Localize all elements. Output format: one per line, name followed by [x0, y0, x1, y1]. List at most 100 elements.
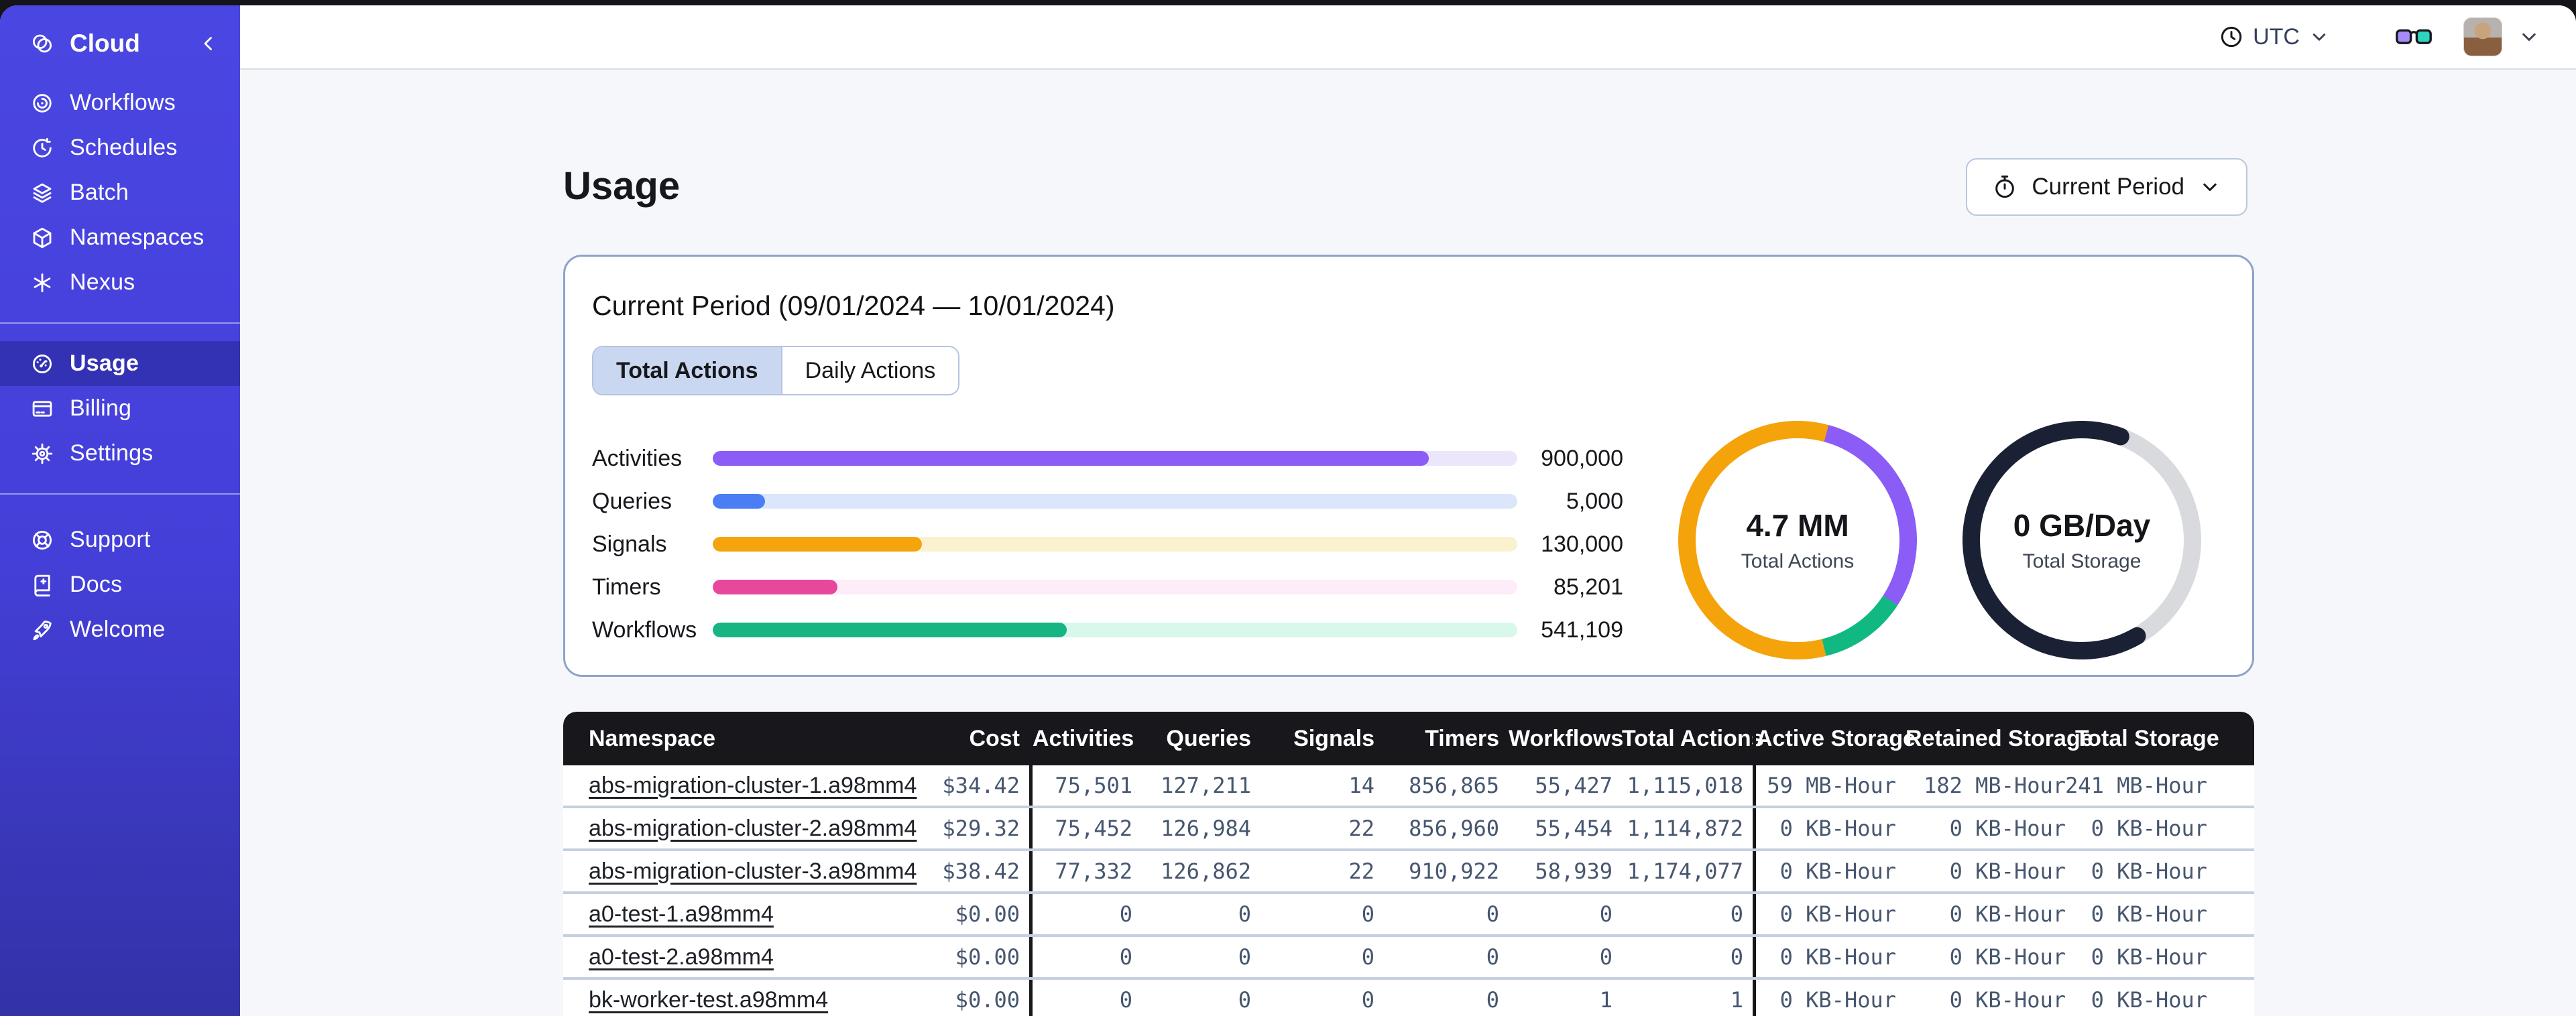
cell-namespace: abs-migration-cluster-3.a98mm4 [577, 851, 917, 891]
cell-workflows: 55,454 [1535, 816, 1613, 841]
sidebar-item-label: Settings [70, 440, 154, 466]
cell-active_storage: 0 KB-Hour [1753, 937, 1906, 977]
bar-track [713, 494, 1517, 509]
cell-total_storage: 241 MB-Hour [2065, 773, 2207, 798]
current-period-title: Current Period (09/01/2024 — 10/01/2024) [592, 290, 1115, 321]
namespace-link[interactable]: abs-migration-cluster-3.a98mm4 [589, 859, 917, 885]
sidebar-item-batch[interactable]: Batch [0, 170, 240, 215]
namespace-link[interactable]: a0-test-1.a98mm4 [589, 901, 774, 928]
tab-daily-actions[interactable]: Daily Actions [780, 347, 959, 394]
cell-cost: $0.00 [955, 987, 1020, 1013]
welcome-icon [30, 617, 55, 643]
cell-activities: 75,501 [1029, 765, 1142, 806]
sidebar-item-nexus[interactable]: Nexus [0, 260, 240, 305]
sidebar-item-welcome[interactable]: Welcome [0, 607, 240, 652]
sidebar-item-namespaces[interactable]: Namespaces [0, 215, 240, 260]
chevron-down-icon [2312, 34, 2326, 41]
bar-label: Workflows [592, 617, 697, 643]
cell-activities: 0 [1029, 937, 1142, 977]
namespace-usage-table: Namespace Cost Activities Queries Signals Tim… [563, 712, 2254, 1016]
namespace-link[interactable]: abs-migration-cluster-2.a98mm4 [589, 816, 917, 842]
cell-total_storage: 0 KB-Hour [2091, 987, 2207, 1013]
bar-track [713, 537, 1517, 552]
namespaces-icon [30, 225, 55, 251]
usage-icon [30, 351, 55, 377]
cell-timers: 856,865 [1409, 773, 1499, 798]
cell-signals: 0 [1361, 901, 1374, 927]
sidebar-item-label: Support [70, 527, 151, 552]
donut-label: Total Actions [1741, 550, 1855, 572]
timezone-selector[interactable]: UTC [2218, 23, 2331, 50]
cell-namespace: abs-migration-cluster-1.a98mm4 [577, 765, 917, 806]
column-header-total_storage: Total Storage [2075, 725, 2219, 751]
page-title: Usage [563, 164, 681, 208]
cell-queries: 126,984 [1161, 816, 1251, 841]
cell-total_actions: 1,114,872 [1627, 816, 1743, 841]
donut-value: 0 GB/Day [2013, 508, 2151, 543]
sidebar-item-billing[interactable]: Billing [0, 386, 240, 431]
bar-label: Signals [592, 531, 667, 557]
actions-tabs: Total Actions Daily Actions [592, 346, 960, 395]
usage-bar-queries: Queries 5,000 [592, 480, 1623, 523]
sidebar-nav-resources: Support Docs Welcome [0, 517, 240, 652]
timezone-label: UTC [2253, 23, 2300, 50]
support-icon [30, 527, 55, 553]
docs-icon [30, 572, 55, 598]
table-row: abs-migration-cluster-3.a98mm4 $38.42 77,3… [563, 851, 2254, 894]
sidebar-nav-account: Usage Billing Settings [0, 341, 240, 476]
sidebar-item-usage[interactable]: Usage [0, 341, 240, 386]
cell-signals: 0 [1361, 944, 1374, 970]
cell-workflows: 0 [1599, 944, 1613, 970]
namespace-link[interactable]: a0-test-2.a98mm4 [589, 944, 774, 970]
user-avatar[interactable] [2463, 17, 2502, 56]
settings-icon [30, 441, 55, 466]
column-header-signals: Signals [1293, 725, 1374, 751]
tab-total-actions[interactable]: Total Actions [593, 347, 781, 394]
table-row: abs-migration-cluster-1.a98mm4 $34.42 75,5… [563, 765, 2254, 808]
column-header-active_storage: Active Storage [1753, 725, 1916, 752]
namespace-link[interactable]: abs-migration-cluster-1.a98mm4 [589, 773, 917, 799]
sidebar-divider [0, 322, 240, 324]
account-menu-chevron-icon[interactable] [2517, 25, 2541, 49]
sidebar-item-schedules[interactable]: Schedules [0, 125, 240, 170]
cell-cost: $0.00 [955, 944, 1020, 970]
sidebar-item-workflows[interactable]: Workflows [0, 80, 240, 125]
period-selector-label: Current Period [2032, 174, 2184, 200]
cell-queries: 127,211 [1161, 773, 1251, 798]
usage-donuts: 4.7 MM Total Actions 0 GB/Day Total Storage [1678, 421, 2201, 659]
collapse-sidebar-icon[interactable] [197, 32, 220, 55]
brand-label: Cloud [70, 29, 140, 57]
cell-activities: 0 [1029, 980, 1142, 1016]
table-header-row: Namespace Cost Activities Queries Signals Tim… [563, 712, 2254, 765]
usage-bar-timers: Timers 85,201 [592, 566, 1623, 609]
sidebar-item-support[interactable]: Support [0, 517, 240, 562]
table-row: abs-migration-cluster-2.a98mm4 $29.32 75,4… [563, 808, 2254, 851]
current-period-card: Current Period (09/01/2024 — 10/01/2024)… [563, 255, 2254, 677]
cell-retained_storage: 0 KB-Hour [1949, 901, 2066, 927]
cell-namespace: bk-worker-test.a98mm4 [577, 980, 912, 1016]
bar-track [713, 451, 1517, 466]
billing-icon [30, 396, 55, 422]
cell-active_storage: 0 KB-Hour [1753, 980, 1906, 1016]
cell-activities: 75,452 [1029, 808, 1142, 848]
sidebar-item-docs[interactable]: Docs [0, 562, 240, 607]
sidebar-item-label: Nexus [70, 269, 135, 295]
cell-cost: $38.42 [942, 859, 1020, 884]
cell-timers: 910,922 [1409, 859, 1499, 884]
bar-value: 85,201 [1554, 574, 1623, 600]
bar-value: 5,000 [1566, 488, 1623, 514]
period-selector-button[interactable]: Current Period [1966, 158, 2247, 216]
sidebar: Cloud Workflows Schedules Batch Namespaces N… [0, 5, 240, 1016]
sidebar-item-settings[interactable]: Settings [0, 431, 240, 476]
namespace-link[interactable]: bk-worker-test.a98mm4 [589, 987, 828, 1013]
cell-active_storage: 0 KB-Hour [1753, 808, 1906, 848]
column-header-total_actions: Total Actions [1622, 725, 1764, 751]
glasses-icon[interactable] [2395, 23, 2433, 50]
cell-activities: 77,332 [1029, 851, 1142, 891]
cell-workflows: 58,939 [1535, 859, 1613, 884]
column-header-timers: Timers [1425, 725, 1499, 751]
sidebar-nav-primary: Workflows Schedules Batch Namespaces Nexus [0, 80, 240, 305]
cell-cost: $0.00 [955, 901, 1020, 927]
cell-workflows: 1 [1599, 987, 1613, 1013]
cell-signals: 22 [1348, 816, 1374, 841]
